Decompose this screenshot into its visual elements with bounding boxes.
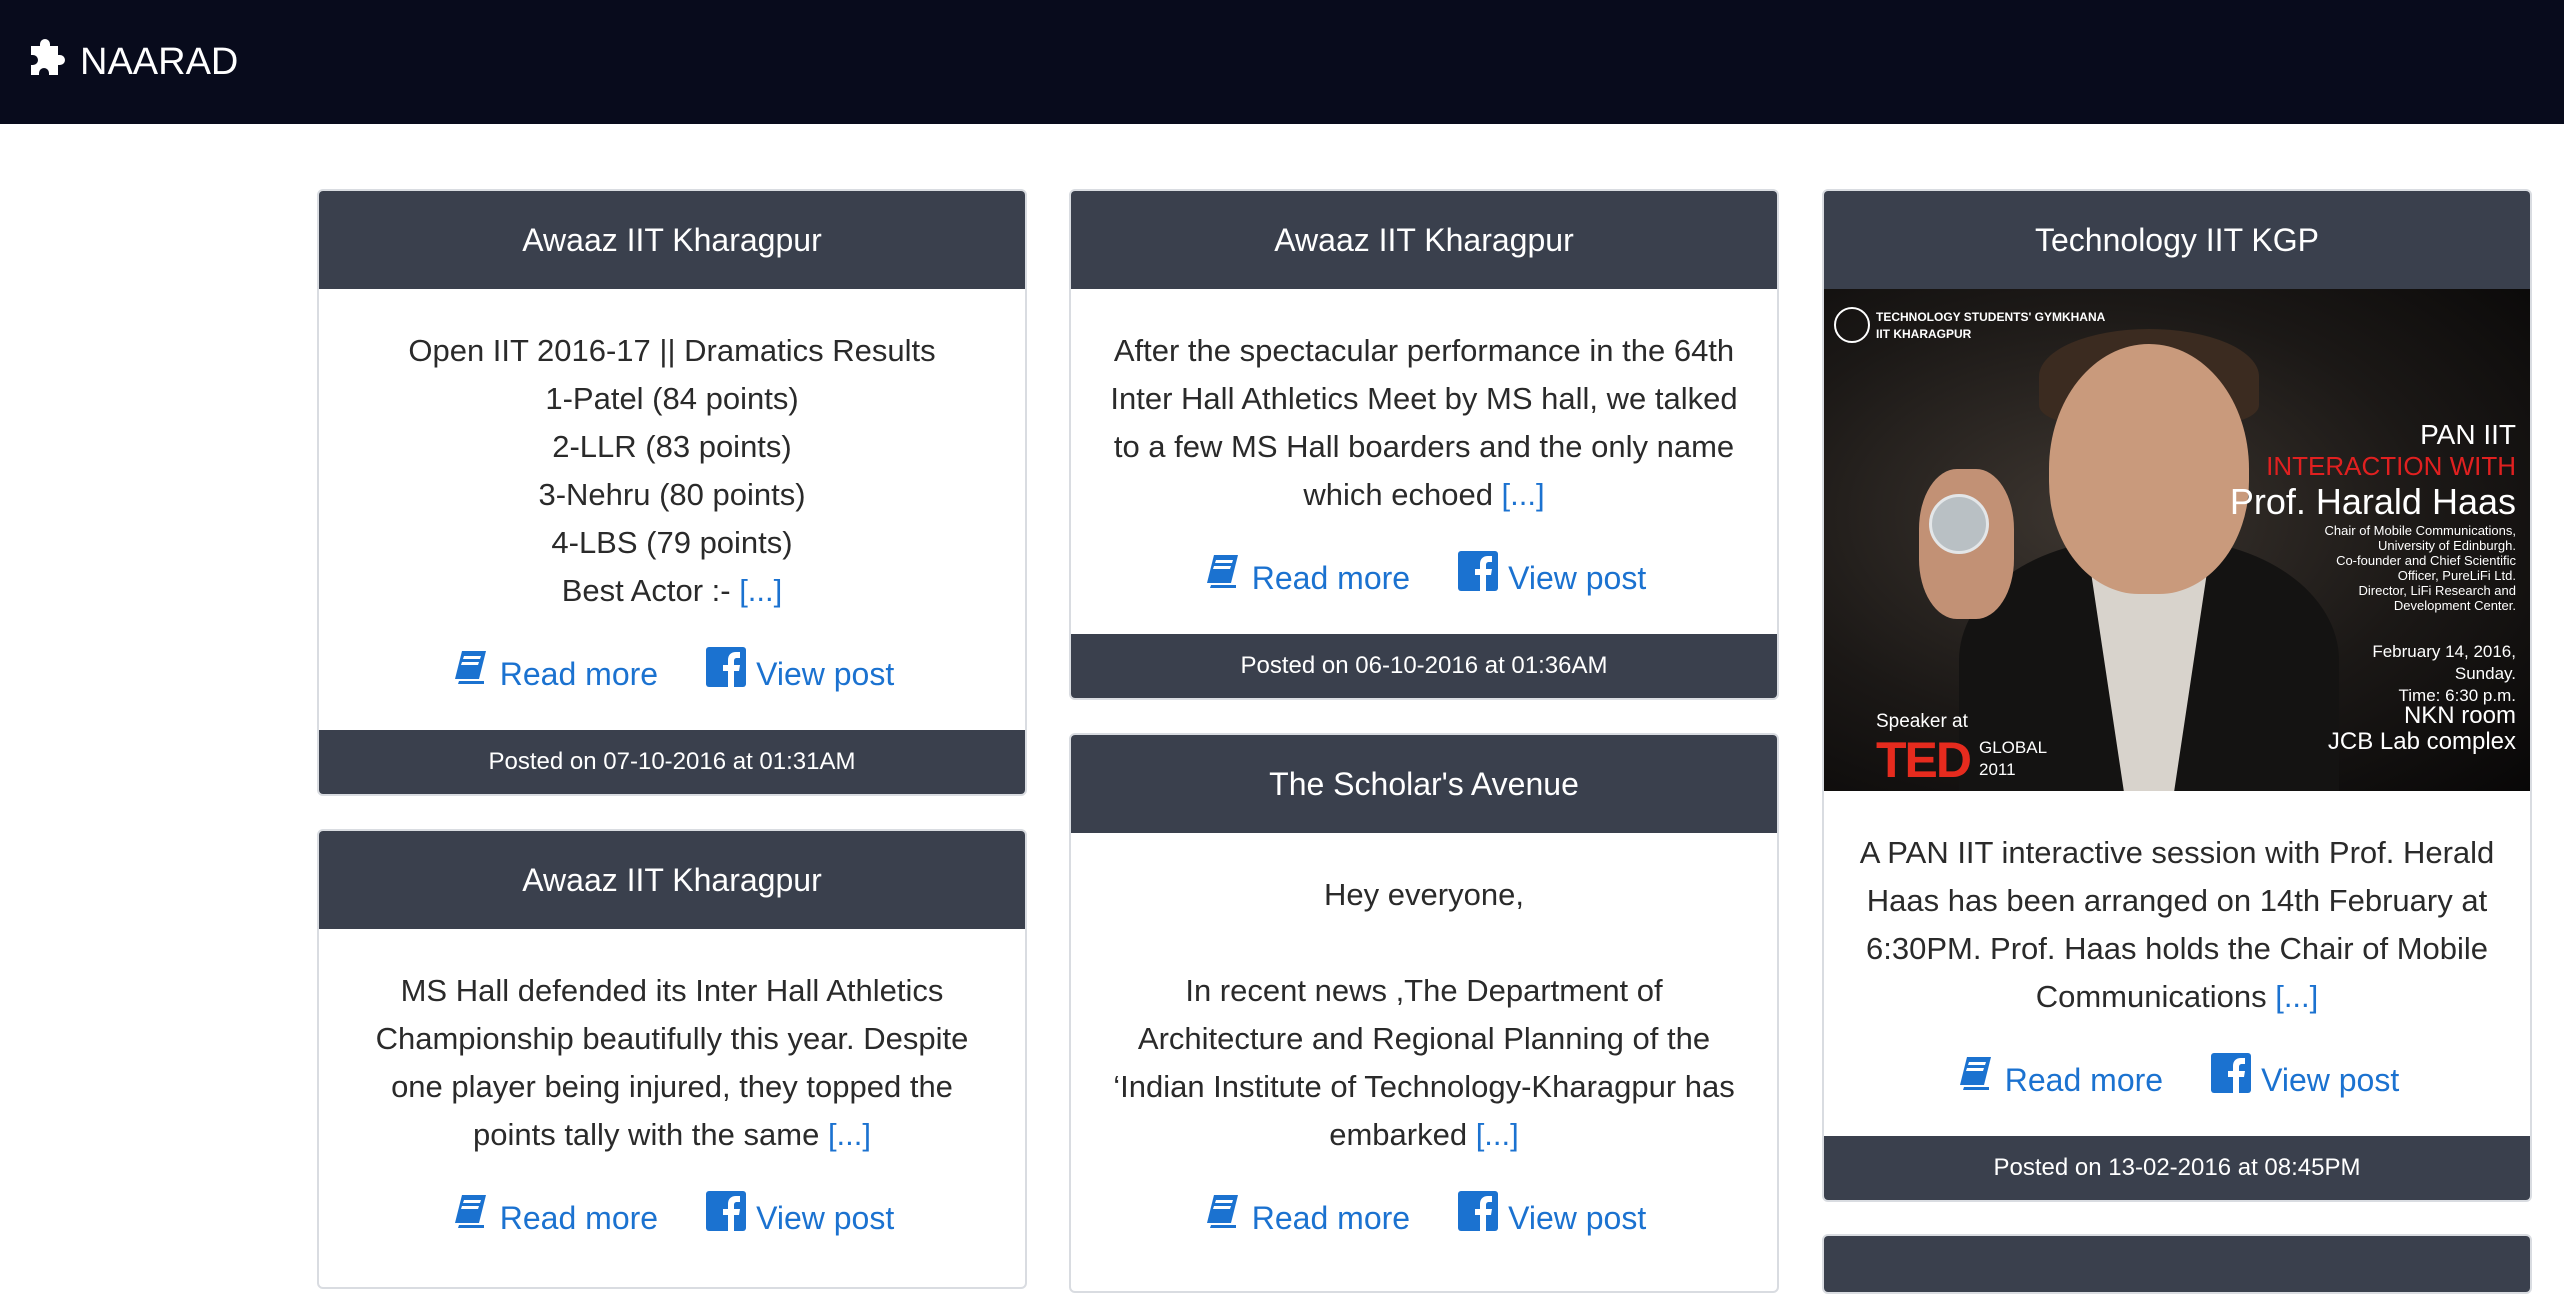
poster-line1: PAN IIT [2420,419,2516,450]
read-more-link[interactable]: Read more [450,647,658,700]
read-more-link[interactable]: Read more [1955,1053,2163,1106]
post-card: Awaaz IIT Kharagpur After the spectacula… [1069,189,1779,700]
card-footer: Posted on 13-02-2016 at 08:45PM [1824,1136,2530,1200]
poster-speaker-at: Speaker at [1876,711,1968,732]
gymkhana-logo [1834,307,1870,343]
card-footer: Posted on 06-10-2016 at 01:36AM [1071,634,1777,698]
ted-logo: TED [1876,732,1972,788]
card-text: Hey everyone, In recent news ,The Depart… [1113,877,1735,1152]
post-card: Awaaz IIT Kharagpur MS Hall defended its… [317,829,1027,1289]
poster-date: February 14, 2016, Sunday. Time: 6:30 p.… [2372,642,2516,705]
book-icon [1202,551,1242,604]
card-body: MS Hall defended its Inter Hall Athletic… [319,929,1025,1274]
card-title: Technology IIT KGP [1824,191,2530,289]
card-actions: Read more View post [349,647,995,700]
read-more-label: Read more [1251,1199,1411,1236]
card-actions: Read more View post [349,1191,995,1244]
read-more-label: Read more [499,655,659,692]
brand-link[interactable]: NAARAD [30,37,238,87]
view-post-label: View post [756,655,895,692]
book-icon [450,1191,490,1244]
card-body: Open IIT 2016-17 || Dramatics Results 1-… [319,289,1025,730]
read-more-link[interactable]: Read more [450,1191,658,1244]
brand-name: NAARAD [80,40,239,83]
book-icon [450,647,490,700]
book-icon [1202,1191,1242,1244]
poster-bio: Chair of Mobile Communications, Universi… [2324,523,2516,613]
facebook-icon [1458,551,1499,604]
view-post-label: View post [756,1199,895,1236]
view-post-link[interactable]: View post [706,647,894,700]
post-card: Technology IIT KGP TECHNOLOGY STUDENTS' … [1822,189,2532,1202]
post-card: Awaaz IIT Kharagpur Open IIT 2016-17 || … [317,189,1027,796]
card-actions: Read more View post [1101,551,1747,604]
read-more-link[interactable]: Read more [1202,551,1410,604]
facebook-icon [2211,1053,2252,1106]
read-more-label: Read more [499,1199,659,1236]
post-card: The Scholar's Avenue Hey everyone, In re… [1069,733,1779,1293]
poster-ted-event: GLOBAL 2011 [1979,738,2048,779]
more-link[interactable]: [...] [1476,1117,1519,1152]
card-actions: Read more View post [1854,1053,2500,1106]
poster-speaker-name: Prof. Harald Haas [2229,481,2516,522]
puzzle-piece-icon [30,37,70,87]
read-more-link[interactable]: Read more [1202,1191,1410,1244]
view-post-label: View post [1508,559,1647,596]
post-card [1822,1234,2532,1294]
card-title: Awaaz IIT Kharagpur [319,831,1025,929]
view-post-label: View post [2261,1061,2400,1098]
card-text: After the spectacular performance in the… [1110,333,1738,512]
card-text: Open IIT 2016-17 || Dramatics Results 1-… [408,333,936,608]
top-navbar: NAARAD [0,0,2564,124]
card-text: MS Hall defended its Inter Hall Athletic… [375,973,969,1152]
facebook-icon [706,1191,747,1244]
card-title: Awaaz IIT Kharagpur [1071,191,1777,289]
card-text: A PAN IIT interactive session with Prof.… [1859,835,2495,1014]
read-more-label: Read more [1251,559,1411,596]
card-header [1824,1236,2530,1292]
view-post-label: View post [1508,1199,1647,1236]
view-post-link[interactable]: View post [1458,551,1646,604]
poster-venue: NKN room JCB Lab complex [2327,702,2516,755]
card-actions: Read more View post [1101,1191,1747,1244]
book-icon [1955,1053,1995,1106]
card-body: Hey everyone, In recent news ,The Depart… [1071,833,1777,1274]
facebook-icon [1458,1191,1499,1244]
poster-org: TECHNOLOGY STUDENTS' GYMKHANA IIT KHARAG… [1876,310,2106,341]
card-title: The Scholar's Avenue [1071,735,1777,833]
read-more-label: Read more [2004,1061,2164,1098]
card-body: A PAN IIT interactive session with Prof.… [1824,791,2530,1136]
poster-line2: INTERACTION WITH [2266,451,2516,481]
view-post-link[interactable]: View post [706,1191,894,1244]
card-title: Awaaz IIT Kharagpur [319,191,1025,289]
card-footer: Posted on 07-10-2016 at 01:31AM [319,730,1025,794]
view-post-link[interactable]: View post [1458,1191,1646,1244]
more-link[interactable]: [...] [1502,477,1545,512]
more-link[interactable]: [...] [828,1117,871,1152]
more-link[interactable]: [...] [2275,979,2318,1014]
facebook-icon [706,647,747,700]
card-body: After the spectacular performance in the… [1071,289,1777,634]
more-link[interactable]: [...] [739,573,782,608]
view-post-link[interactable]: View post [2211,1053,2399,1106]
event-poster-image[interactable]: TECHNOLOGY STUDENTS' GYMKHANA IIT KHARAG… [1824,289,2530,791]
